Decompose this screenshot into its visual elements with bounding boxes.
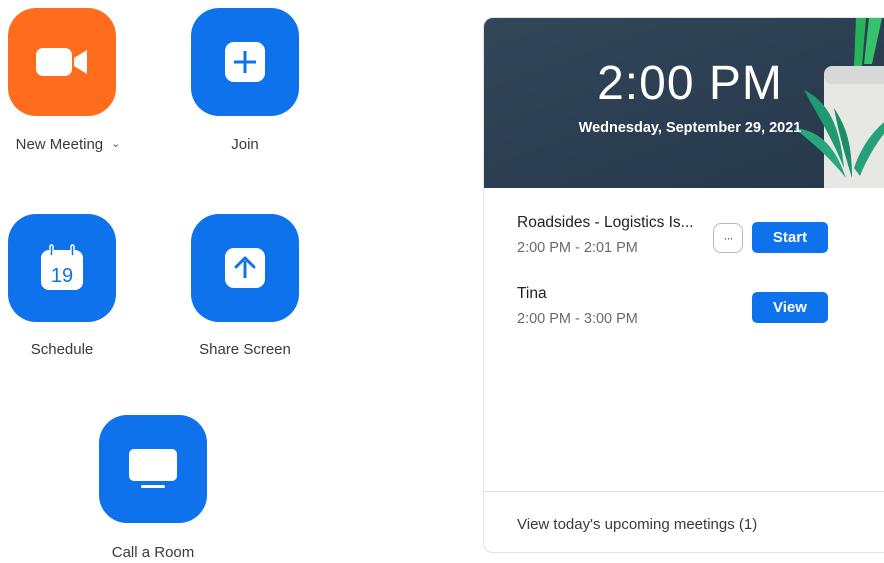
more-options-button[interactable]: ··· xyxy=(713,223,743,253)
current-time: 2:00 PM xyxy=(597,57,783,110)
join-label: Join xyxy=(231,136,259,153)
zoom-home: New Meeting ⌄ Join 19 Schedule Share Scr… xyxy=(0,0,884,563)
new-meeting-label-wrap: New Meeting ⌄ xyxy=(0,136,153,153)
schedule-label: Schedule xyxy=(30,341,94,358)
divider xyxy=(484,491,884,492)
schedule-button[interactable]: 19 xyxy=(8,214,116,322)
join-button[interactable] xyxy=(191,8,299,116)
clock-header: 2:00 PM Wednesday, September 29, 2021 xyxy=(484,18,884,188)
share-screen-label: Share Screen xyxy=(199,341,291,358)
view-meeting-button[interactable]: View xyxy=(752,292,828,323)
calendar-icon: 19 xyxy=(41,244,83,290)
meeting-title: Roadsides - Logistics Is... xyxy=(517,214,694,231)
monitor-icon xyxy=(129,449,177,488)
plus-icon xyxy=(225,42,265,82)
meeting-time: 2:00 PM - 3:00 PM xyxy=(517,311,638,327)
calendar-day: 19 xyxy=(51,265,73,287)
start-meeting-button[interactable]: Start xyxy=(752,222,828,253)
current-date: Wednesday, September 29, 2021 xyxy=(578,120,802,136)
video-camera-icon xyxy=(36,48,87,76)
call-room-button[interactable] xyxy=(99,415,207,523)
meeting-title: Tina xyxy=(517,285,547,302)
share-up-arrow-icon xyxy=(225,248,265,288)
meetings-panel: 2:00 PM Wednesday, September 29, 2021 Ro… xyxy=(483,17,884,553)
call-room-label: Call a Room xyxy=(111,544,195,561)
new-meeting-button[interactable] xyxy=(8,8,116,116)
chevron-down-icon[interactable]: ⌄ xyxy=(111,137,120,150)
upcoming-meetings-link[interactable]: View today's upcoming meetings (1) xyxy=(517,516,757,533)
share-screen-button[interactable] xyxy=(191,214,299,322)
meeting-time: 2:00 PM - 2:01 PM xyxy=(517,240,638,256)
new-meeting-label: New Meeting xyxy=(15,136,104,153)
